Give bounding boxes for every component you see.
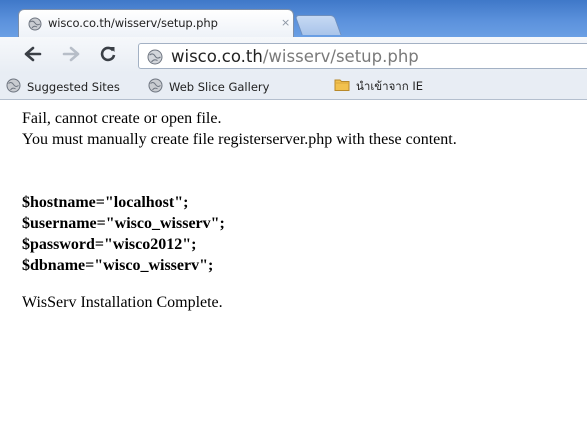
- blank-spacer: [22, 276, 582, 292]
- left-arrow-icon: [24, 46, 42, 66]
- config-line-dbname: $dbname="wisco_wisserv";: [22, 257, 214, 274]
- config-line-hostname: $hostname="localhost";: [22, 194, 189, 211]
- address-url: wisco.co.th/wisserv/setup.php: [171, 47, 419, 66]
- browser-toolbar: wisco.co.th/wisserv/setup.php: [0, 37, 587, 73]
- browser-tab-strip: wisco.co.th/wisserv/setup.php ×: [0, 0, 587, 37]
- bookmark-label: Web Slice Gallery: [169, 79, 270, 94]
- bookmark-suggested-sites[interactable]: Suggested Sites: [6, 78, 120, 95]
- address-bar[interactable]: wisco.co.th/wisserv/setup.php: [138, 43, 587, 69]
- new-tab-button[interactable]: [294, 15, 342, 35]
- globe-icon: [147, 49, 163, 65]
- reload-button[interactable]: [97, 45, 119, 67]
- completion-message: WisServ Installation Complete.: [22, 294, 223, 311]
- page-content: Fail, cannot create or open file. You mu…: [22, 108, 582, 313]
- bookmarks-bar: Suggested Sites Web Slice Gallery นำเข้า…: [0, 73, 587, 100]
- bookmark-label: นำเข้าจาก IE: [356, 78, 424, 93]
- blank-spacer: [22, 150, 582, 192]
- forward-button[interactable]: [60, 45, 82, 67]
- bookmark-label: Suggested Sites: [27, 79, 120, 94]
- address-path: /wisserv/setup.php: [262, 47, 419, 66]
- close-tab-icon[interactable]: ×: [281, 16, 290, 30]
- config-line-username: $username="wisco_wisserv";: [22, 215, 225, 232]
- tab-title: wisco.co.th/wisserv/setup.php: [48, 16, 218, 30]
- right-arrow-icon: [62, 46, 80, 66]
- globe-icon: [28, 16, 42, 31]
- bookmark-web-slice-gallery[interactable]: Web Slice Gallery: [148, 78, 269, 95]
- instruction-message: You must manually create file registerse…: [22, 131, 457, 148]
- active-tab[interactable]: wisco.co.th/wisserv/setup.php ×: [18, 9, 294, 37]
- config-line-password: $password="wisco2012";: [22, 236, 197, 253]
- globe-icon: [148, 78, 169, 96]
- reload-icon: [99, 45, 117, 67]
- globe-icon: [6, 78, 27, 96]
- back-button[interactable]: [22, 45, 44, 67]
- error-message: Fail, cannot create or open file.: [22, 110, 222, 127]
- folder-icon: [334, 78, 356, 95]
- address-domain: wisco.co.th: [171, 47, 263, 66]
- bookmark-folder-import-ie[interactable]: นำเข้าจาก IE: [334, 78, 423, 95]
